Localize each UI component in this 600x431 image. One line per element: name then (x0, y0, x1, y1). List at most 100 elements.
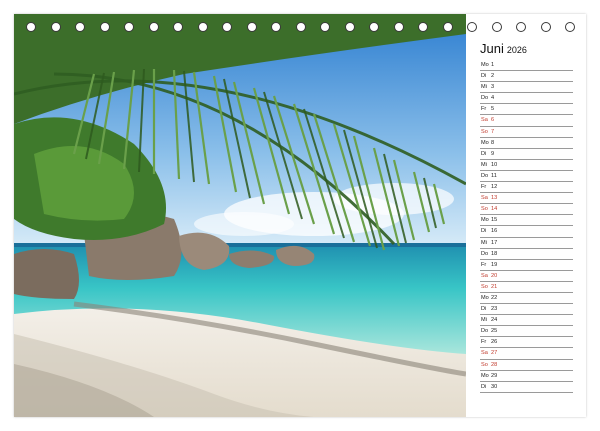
year-label: 2026 (506, 45, 527, 55)
binding-ring (124, 22, 134, 32)
binding-ring (99, 22, 110, 32)
day-row: Do 11 (480, 171, 573, 183)
day-row: Mo 8 (480, 138, 573, 149)
day-number: 24 (491, 317, 498, 324)
weekday-label: Di (481, 306, 487, 313)
day-number: 10 (491, 161, 498, 168)
day-list: Mo 1 Di 2 Mi 3 Do 4 Fr 5 Sa 6 So 7 Mo 8 Di 9 Mi 10 Do 11 Fr 12 S… (480, 60, 573, 393)
weekday-label: So (481, 283, 488, 290)
binding-ring (344, 22, 355, 32)
day-row: So 28 (480, 360, 573, 371)
weekday-label: Mo (481, 139, 489, 146)
binding-ring (246, 22, 257, 32)
binding-ring (491, 22, 502, 32)
weekday-label: Sa (481, 350, 488, 357)
binding-ring (418, 22, 428, 32)
binding-ring (148, 22, 159, 32)
day-row: So 7 (480, 127, 573, 138)
day-number: 17 (491, 239, 498, 246)
day-number: 8 (491, 139, 495, 146)
binding-ring (173, 22, 183, 32)
day-number: 11 (491, 172, 497, 179)
day-row: So 21 (480, 282, 573, 293)
month-heading: Juni 2026 (480, 41, 527, 56)
month-name: Juni (480, 41, 504, 56)
day-number: 6 (491, 117, 495, 124)
weekday-label: Fr (481, 106, 487, 113)
day-number: 22 (491, 294, 498, 301)
day-row: Sa 27 (480, 348, 573, 360)
binding-ring (222, 22, 232, 32)
day-row: Mo 29 (480, 371, 573, 382)
weekday-label: Di (481, 383, 487, 390)
day-number: 7 (491, 128, 495, 135)
binding-ring (442, 22, 453, 32)
weekday-label: So (481, 128, 488, 135)
day-number: 15 (491, 217, 498, 224)
day-row: Mo 1 (480, 60, 573, 72)
day-number: 2 (491, 73, 495, 80)
day-row: Sa 20 (480, 271, 573, 282)
binding-ring (75, 22, 85, 32)
day-row: Fr 19 (480, 260, 573, 271)
day-row: Mo 22 (480, 293, 573, 305)
day-number: 13 (491, 195, 498, 202)
day-row: So 14 (480, 204, 573, 216)
binding-ring (369, 22, 379, 32)
day-row: Fr 26 (480, 337, 573, 349)
weekday-label: Fr (481, 261, 487, 268)
binding-ring (540, 22, 551, 32)
day-row: Mi 3 (480, 82, 573, 94)
day-row: Sa 13 (480, 193, 573, 205)
day-number: 16 (491, 228, 498, 235)
day-number: 29 (491, 372, 498, 379)
day-row: Do 18 (480, 249, 573, 260)
day-row: Di 9 (480, 149, 573, 160)
binding-ring (565, 22, 575, 32)
binding-ring (393, 22, 404, 32)
binding-ring (295, 22, 306, 32)
day-row: Mi 17 (480, 238, 573, 249)
weekday-label: Mi (481, 84, 487, 91)
weekday-label: Sa (481, 195, 488, 202)
day-number: 19 (491, 261, 498, 268)
beach-photo-illustration (14, 14, 466, 417)
weekday-label: Mi (481, 317, 487, 324)
day-number: 30 (491, 383, 498, 390)
binding-ring (26, 22, 36, 32)
day-number: 1 (491, 62, 495, 68)
weekday-label: Mi (481, 161, 487, 168)
weekday-label: Mi (481, 239, 487, 246)
day-number: 28 (491, 361, 498, 368)
day-number: 9 (491, 150, 495, 157)
day-number: 5 (491, 106, 495, 113)
binding-ring (271, 22, 281, 32)
weekday-label: Di (481, 228, 487, 235)
day-row: Di 2 (480, 71, 573, 83)
day-number: 18 (491, 250, 498, 257)
day-row: Do 4 (480, 93, 573, 105)
binding-ring (320, 22, 330, 32)
day-row: Di 30 (480, 382, 573, 393)
binding-ring (197, 22, 208, 32)
weekday-label: Sa (481, 117, 488, 124)
weekday-label: Do (481, 95, 489, 102)
binding-ring (516, 22, 526, 32)
day-number: 14 (491, 206, 498, 213)
day-number: 26 (491, 339, 498, 346)
day-row: Mi 10 (480, 160, 573, 171)
weekday-label: So (481, 206, 488, 213)
weekday-label: Mo (481, 294, 489, 301)
day-row: Do 25 (480, 326, 573, 338)
weekday-label: Di (481, 73, 487, 80)
binding-ring (50, 22, 61, 32)
day-row: Di 16 (480, 226, 573, 238)
day-number: 21 (491, 283, 498, 290)
day-number: 27 (491, 350, 498, 357)
weekday-label: Fr (481, 184, 487, 191)
day-row: Mo 15 (480, 215, 573, 227)
weekday-label: Mo (481, 217, 489, 224)
day-number: 4 (491, 95, 495, 102)
weekday-label: Do (481, 250, 489, 257)
weekday-label: So (481, 361, 488, 368)
